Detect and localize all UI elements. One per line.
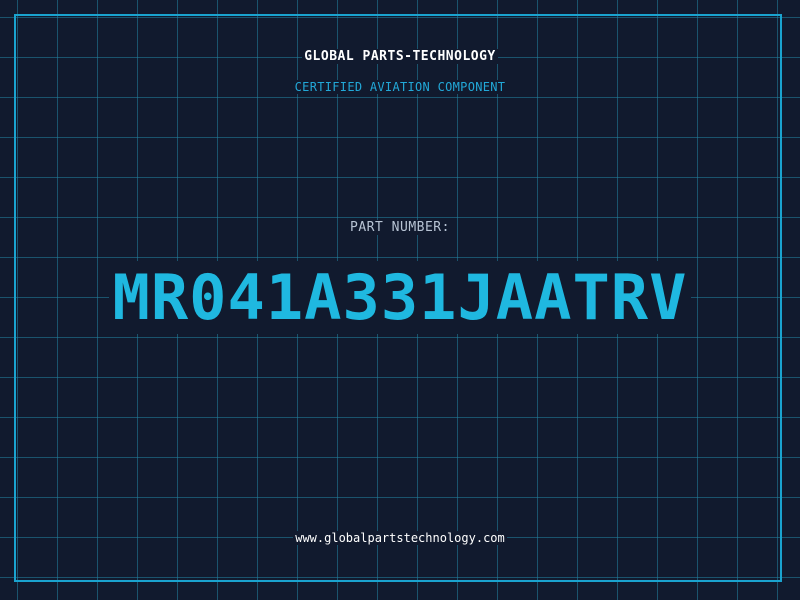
part-number-value-text: MR041A331JAATRV xyxy=(108,261,692,334)
website-url: www.globalpartstechnology.com xyxy=(0,531,800,545)
part-number-value: MR041A331JAATRV xyxy=(0,258,800,338)
part-number-label: PART NUMBER: xyxy=(0,220,800,235)
company-name: GLOBAL PARTS-TECHNOLOGY xyxy=(0,49,800,64)
certification-subtitle-text: CERTIFIED AVIATION COMPONENT xyxy=(292,80,508,94)
part-label-card: GLOBAL PARTS-TECHNOLOGY CERTIFIED AVIATI… xyxy=(0,0,800,600)
part-number-label-text: PART NUMBER: xyxy=(348,220,452,235)
company-name-text: GLOBAL PARTS-TECHNOLOGY xyxy=(302,49,498,64)
certification-subtitle: CERTIFIED AVIATION COMPONENT xyxy=(0,80,800,94)
website-url-text: www.globalpartstechnology.com xyxy=(293,531,507,545)
